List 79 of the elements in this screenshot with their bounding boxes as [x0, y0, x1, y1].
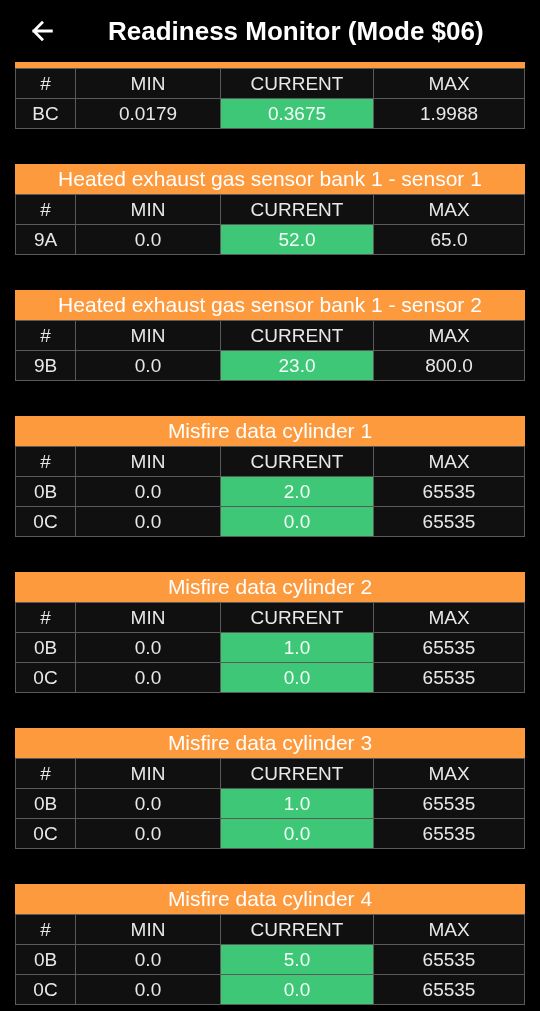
- column-header: #: [16, 195, 75, 224]
- table-cell: 0B: [16, 477, 75, 506]
- column-header: MIN: [76, 321, 220, 350]
- table-cell: 0.0179: [76, 99, 220, 128]
- table-cell: BC: [16, 99, 75, 128]
- screen-title: Readiness Monitor (Mode $06): [108, 15, 484, 47]
- table-cell: 0.0: [76, 633, 220, 662]
- section-title: Misfire data cylinder 1: [15, 416, 525, 446]
- table-cell: 9B: [16, 351, 75, 380]
- table-cell: 0.0: [76, 351, 220, 380]
- column-header: #: [16, 915, 75, 944]
- table-cell: 0.0: [76, 945, 220, 974]
- column-header: #: [16, 759, 75, 788]
- section-title: Heated exhaust gas sensor bank 1 - sensor 2: [15, 290, 525, 320]
- column-header: MAX: [374, 447, 524, 476]
- table-cell: 0.0: [76, 789, 220, 818]
- current-value-cell: 52.0: [221, 225, 373, 254]
- column-header: CURRENT: [221, 321, 373, 350]
- table-cell: 0.0: [76, 819, 220, 848]
- column-header: MIN: [76, 195, 220, 224]
- column-header: MAX: [374, 915, 524, 944]
- column-header: CURRENT: [221, 69, 373, 98]
- column-header: MIN: [76, 69, 220, 98]
- table-cell: 0B: [16, 633, 75, 662]
- table-cell: 9A: [16, 225, 75, 254]
- current-value-cell: 1.0: [221, 789, 373, 818]
- column-header: MAX: [374, 759, 524, 788]
- table-cell: 0.0: [76, 975, 220, 1004]
- section-title: Misfire data cylinder 2: [15, 572, 525, 602]
- column-header: MAX: [374, 69, 524, 98]
- table-cell: 0B: [16, 789, 75, 818]
- table-cell: 65535: [374, 975, 524, 1004]
- section-title: Misfire data cylinder 4: [15, 884, 525, 914]
- column-header: #: [16, 603, 75, 632]
- table-cell: 0.0: [76, 477, 220, 506]
- column-header: MAX: [374, 603, 524, 632]
- column-header: MIN: [76, 915, 220, 944]
- column-header: MIN: [76, 603, 220, 632]
- column-header: MIN: [76, 759, 220, 788]
- current-value-cell: 0.0: [221, 819, 373, 848]
- table-cell: 65535: [374, 819, 524, 848]
- current-value-cell: 0.0: [221, 507, 373, 536]
- column-header: MAX: [374, 321, 524, 350]
- column-header: #: [16, 447, 75, 476]
- current-value-cell: 0.3675: [221, 99, 373, 128]
- table-cell: 0.0: [76, 225, 220, 254]
- table-cell: 0C: [16, 663, 75, 692]
- table-cell: 65535: [374, 789, 524, 818]
- column-header: CURRENT: [221, 447, 373, 476]
- column-header: #: [16, 69, 75, 98]
- column-header: CURRENT: [221, 759, 373, 788]
- table-cell: 65.0: [374, 225, 524, 254]
- table-cell: 0.0: [76, 663, 220, 692]
- column-header: CURRENT: [221, 195, 373, 224]
- current-value-cell: 23.0: [221, 351, 373, 380]
- column-header: #: [16, 321, 75, 350]
- table-cell: 0C: [16, 819, 75, 848]
- table-cell: 0C: [16, 975, 75, 1004]
- section-title: Misfire data cylinder 3: [15, 728, 525, 758]
- table-cell: 0.0: [76, 507, 220, 536]
- current-value-cell: 0.0: [221, 975, 373, 1004]
- column-header: CURRENT: [221, 603, 373, 632]
- current-value-cell: 5.0: [221, 945, 373, 974]
- section-title: Heated exhaust gas sensor bank 1 - sensor 1: [15, 164, 525, 194]
- table-cell: 800.0: [374, 351, 524, 380]
- column-header: MIN: [76, 447, 220, 476]
- current-value-cell: 0.0: [221, 663, 373, 692]
- table-cell: 0C: [16, 507, 75, 536]
- table-cell: 1.9988: [374, 99, 524, 128]
- table-cell: 65535: [374, 663, 524, 692]
- table-cell: 65535: [374, 477, 524, 506]
- table-cell: 65535: [374, 507, 524, 536]
- table-cell: 65535: [374, 945, 524, 974]
- column-header: MAX: [374, 195, 524, 224]
- current-value-cell: 2.0: [221, 477, 373, 506]
- current-value-cell: 1.0: [221, 633, 373, 662]
- table-cell: 65535: [374, 633, 524, 662]
- table-cell: 0B: [16, 945, 75, 974]
- column-header: CURRENT: [221, 915, 373, 944]
